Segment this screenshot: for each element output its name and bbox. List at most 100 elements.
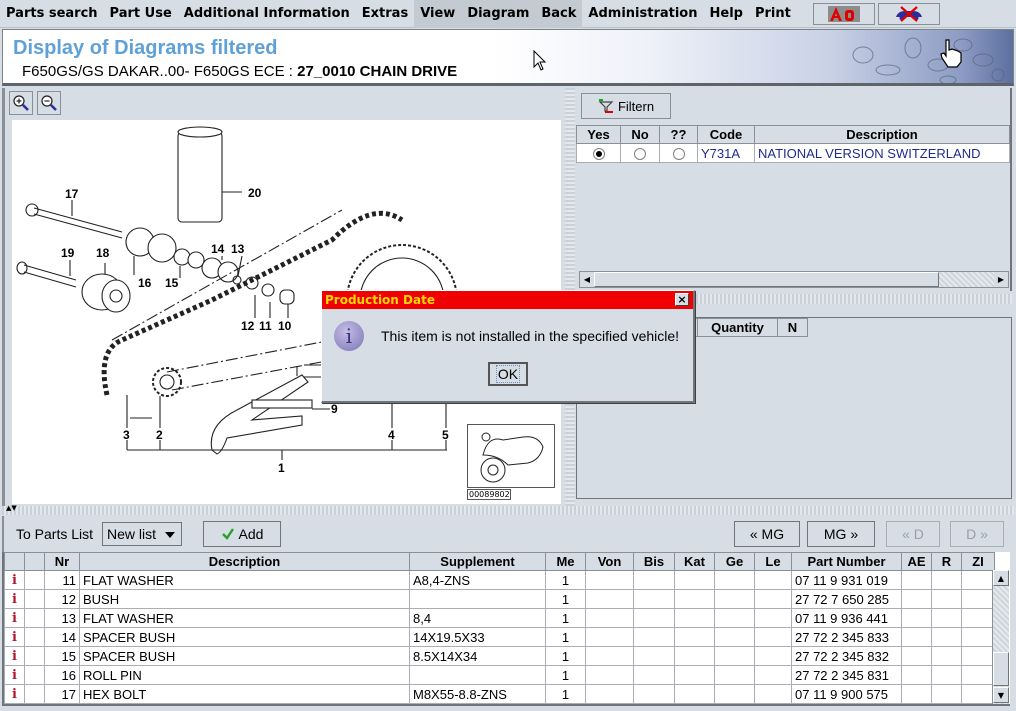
diagram-label-1[interactable]: 1 [278,461,285,475]
diagram-label-4[interactable]: 4 [388,428,395,442]
previous-diagram-button[interactable]: « D [886,521,940,547]
column-header-n[interactable]: N [777,318,808,337]
row-kat [674,627,715,647]
diagram-label-3[interactable]: 3 [123,428,130,442]
add-button[interactable]: Add [203,521,281,547]
splitter-arrows-icon[interactable]: ▲▼ [6,504,17,513]
column-header-ge[interactable]: Ge [714,552,755,571]
info-icon[interactable]: i [4,684,25,704]
scroll-thumb[interactable] [993,652,1009,686]
info-icon[interactable]: i [4,608,25,628]
column-header-bis[interactable]: Bis [633,552,675,571]
dialog-title-bar[interactable]: Production Date × [322,291,693,309]
scroll-track[interactable] [939,272,994,287]
info-icon[interactable]: i [4,646,25,666]
row-le [754,608,792,628]
menu-extras[interactable]: Extras [356,0,414,28]
column-header-unknown[interactable]: ?? [659,125,698,144]
vertical-scrollbar[interactable]: ▲ ▼ [992,570,1009,704]
parts-table-container: Nr Description Supplement Me Von Bis Kat… [2,552,1010,706]
diagram-label-16[interactable]: 16 [138,276,151,290]
column-header-info[interactable] [4,552,25,571]
vehicle-filter-button[interactable] [877,2,940,25]
diagram-label-9[interactable]: 9 [331,402,338,416]
parts-list-select[interactable]: New list [102,522,182,546]
column-header-ae[interactable]: AE [901,552,932,571]
column-header-me[interactable]: Me [545,552,586,571]
main-horizontal-splitter[interactable]: ▲▼ [2,504,1014,515]
menu-parts-search[interactable]: Parts search [0,0,104,28]
scroll-left-icon[interactable]: ◀ [580,272,594,287]
table-row[interactable]: i 15 SPACER BUSH 8.5X14X34 1 27 72 2 345 832 [4,646,995,666]
diagram-label-18[interactable]: 18 [96,246,109,260]
column-header-mark[interactable] [24,552,45,571]
column-header-quantity[interactable]: Quantity [697,318,778,337]
menu-administration[interactable]: Administration [582,0,703,28]
info-icon[interactable]: i [4,589,25,609]
table-row[interactable]: i 11 FLAT WASHER A8,4-ZNS 1 07 11 9 931 019 [4,570,995,590]
diagram-label-14[interactable]: 14 [211,242,224,256]
table-row[interactable]: i 14 SPACER BUSH 14X19.5X33 1 27 72 2 345 833 [4,627,995,647]
column-header-part-number[interactable]: Part Number [791,552,902,571]
radio-unknown[interactable] [672,148,685,161]
column-header-description[interactable]: Description [754,125,1010,144]
column-header-le[interactable]: Le [754,552,792,571]
diagram-label-17[interactable]: 17 [65,187,78,201]
info-icon[interactable]: i [4,627,25,647]
menu-help[interactable]: Help [704,0,749,28]
menu-diagram[interactable]: Diagram [461,0,536,28]
table-row[interactable]: i 12 BUSH 1 27 72 7 650 285 [4,589,995,609]
column-header-supplement[interactable]: Supplement [409,552,546,571]
close-icon: × [677,293,687,306]
table-row[interactable]: i 16 ROLL PIN 1 27 72 2 345 831 [4,665,995,685]
table-row[interactable]: i 13 FLAT WASHER 8,4 1 07 11 9 936 441 [4,608,995,628]
row-ge [714,589,755,609]
info-icon[interactable]: i [4,665,25,685]
zoom-out-button[interactable] [37,91,61,115]
column-header-code[interactable]: Code [697,125,755,144]
dialog-close-button[interactable]: × [675,293,689,306]
menu-back[interactable]: Back [535,0,583,28]
diagram-label-11[interactable]: 11 [259,319,272,333]
info-icon[interactable]: i [4,570,25,590]
mouse-cursor-icon [533,50,547,71]
menu-part-use[interactable]: Part Use [104,0,178,28]
horizontal-scrollbar[interactable]: ◀ ▶ [579,271,1009,288]
font-size-button[interactable] [812,2,875,25]
next-diagram-button[interactable]: D » [950,521,1004,547]
diagram-label-5[interactable]: 5 [442,428,449,442]
diagram-label-12[interactable]: 12 [241,319,254,333]
radio-no[interactable] [634,148,646,161]
scroll-down-icon[interactable]: ▼ [993,687,1009,703]
menu-additional-information[interactable]: Additional Information [178,0,356,28]
diagram-label-15[interactable]: 15 [165,276,178,290]
menu-print[interactable]: Print [749,0,797,28]
ok-button[interactable]: OK [488,362,528,386]
diagram-label-20[interactable]: 20 [248,186,261,200]
column-header-zi[interactable]: ZI [961,552,995,571]
scroll-up-icon[interactable]: ▲ [993,570,1009,586]
radio-yes[interactable] [592,148,605,161]
diagram-label-10[interactable]: 10 [278,319,291,333]
column-header-description[interactable]: Description [79,552,410,571]
diagram-label-19[interactable]: 19 [61,246,74,260]
zoom-in-button[interactable] [9,91,33,115]
scroll-thumb[interactable] [594,272,939,287]
filter-button[interactable]: Filtern [581,93,671,119]
column-header-no[interactable]: No [620,125,660,144]
filter-button-label: Filtern [617,98,655,114]
menu-view[interactable]: View [414,0,462,28]
diagram-label-2[interactable]: 2 [156,428,163,442]
column-header-nr[interactable]: Nr [44,552,80,571]
row-r [931,608,962,628]
scroll-right-icon[interactable]: ▶ [994,272,1008,287]
column-header-yes[interactable]: Yes [576,125,621,144]
column-header-von[interactable]: Von [585,552,634,571]
table-row[interactable]: i 17 HEX BOLT M8X55-8.8-ZNS 1 07 11 9 900 575 [4,684,995,704]
column-header-r[interactable]: R [931,552,962,571]
previous-main-group-button[interactable]: « MG [734,521,800,547]
filter-table: Yes No ?? Code Description Y731A NATIONA… [576,125,1010,163]
next-main-group-button[interactable]: MG » [807,521,875,547]
diagram-label-13[interactable]: 13 [231,242,244,256]
column-header-kat[interactable]: Kat [674,552,715,571]
